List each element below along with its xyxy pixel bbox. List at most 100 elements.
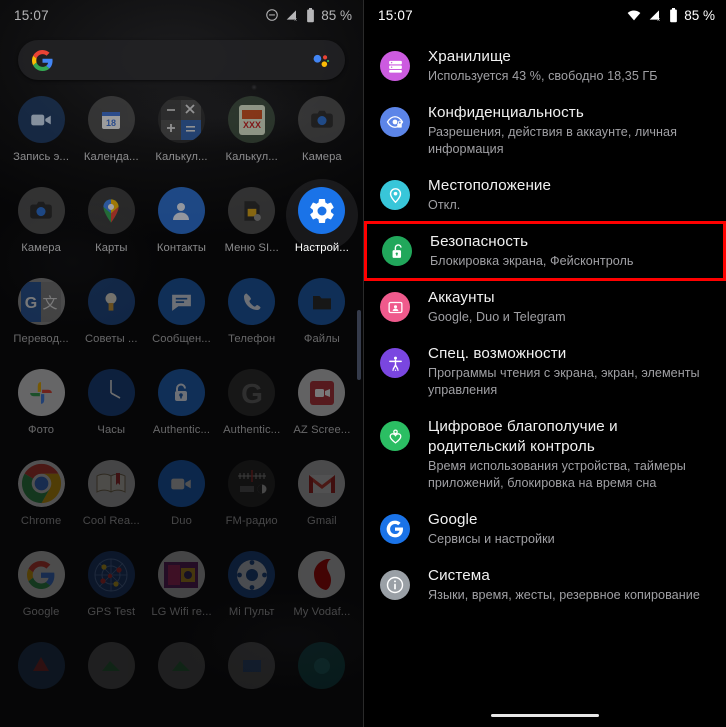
- settings-item-google[interactable]: Google Сервисы и настройки: [364, 501, 726, 557]
- settings-item-privacy[interactable]: Конфиденциальность Разрешения, действия …: [364, 94, 726, 167]
- app-icon-calculator[interactable]: Калькул...: [146, 90, 216, 181]
- svg-text:G: G: [25, 295, 37, 312]
- app-icon-xxx-calculator[interactable]: XXX Калькул...: [217, 90, 287, 181]
- app-icon-messages[interactable]: Сообщен...: [146, 272, 216, 363]
- app-icon-chrome[interactable]: Chrome: [6, 454, 76, 545]
- system-info-icon: [380, 570, 410, 600]
- settings-item-accounts[interactable]: Аккаунты Google, Duo и Telegram: [364, 279, 726, 335]
- settings-item-title: Хранилище: [428, 48, 511, 65]
- calculator-icon: [157, 96, 205, 143]
- settings-item-subtitle: Время использования устройства, таймеры …: [428, 459, 686, 490]
- app-icon-clock[interactable]: Часы: [76, 363, 146, 454]
- app-icon-camera-2[interactable]: Камера: [6, 181, 76, 272]
- mi-remote-icon: [228, 551, 276, 598]
- screen-recorder-icon: [17, 96, 65, 143]
- google-photos-icon: [17, 369, 65, 416]
- app-partial-3-icon: [157, 642, 205, 689]
- phone-icon: [228, 278, 276, 325]
- settings-item-title: Цифровое благополучие и родительский кон…: [428, 418, 618, 455]
- google-g-icon: [380, 514, 410, 544]
- app-icon-gmail[interactable]: Gmail: [287, 454, 357, 545]
- gesture-navigation-pill[interactable]: [491, 713, 599, 717]
- signal-off-icon: x: [285, 8, 300, 22]
- svg-text:XXX: XXX: [243, 120, 261, 130]
- app-label: FM-радио: [225, 515, 278, 527]
- clock-icon: [87, 369, 135, 416]
- app-icon-partial-3[interactable]: [146, 636, 216, 727]
- app-icon-authenticator-g[interactable]: G Authentic...: [217, 363, 287, 454]
- google-assistant-icon[interactable]: [310, 50, 331, 71]
- app-label: Authentic...: [152, 424, 211, 436]
- app-label: Карты: [95, 242, 128, 254]
- app-icon-google-photos[interactable]: Фото: [6, 363, 76, 454]
- app-icon-fm-radio[interactable]: FM-радио: [217, 454, 287, 545]
- security-unlock-icon: [382, 236, 412, 266]
- app-icon-az-screen-recorder[interactable]: AZ Scree...: [287, 363, 357, 454]
- app-icon-contacts[interactable]: Контакты: [146, 181, 216, 272]
- app-icon-partial-2[interactable]: [76, 636, 146, 727]
- settings-item-subtitle: Блокировка экрана, Фейсконтроль: [430, 254, 634, 268]
- battery-percent: 85 %: [684, 7, 715, 23]
- sim-menu-icon: [228, 187, 276, 234]
- app-icon-screen-recorder[interactable]: Запись э...: [6, 90, 76, 181]
- app-icon-files[interactable]: Файлы: [287, 272, 357, 363]
- page-scroll-indicator[interactable]: [357, 310, 361, 380]
- privacy-eye-lock-icon: [380, 107, 410, 137]
- app-icon-google-translate[interactable]: G文 Перевод...: [6, 272, 76, 363]
- lg-wifi-remote-icon: [157, 551, 205, 598]
- app-icon-google-maps[interactable]: Карты: [76, 181, 146, 272]
- settings-item-system[interactable]: Система Языки, время, жесты, резервное к…: [364, 557, 726, 613]
- app-icon-tips[interactable]: Советы ...: [76, 272, 146, 363]
- battery-icon: [306, 7, 315, 23]
- app-icon-lg-wifi-remote[interactable]: LG Wifi re...: [146, 545, 216, 636]
- app-icon-google-app[interactable]: Google: [6, 545, 76, 636]
- app-partial-2-icon: [87, 642, 135, 689]
- google-logo-icon: [32, 49, 53, 71]
- app-icon-authenticator-lock[interactable]: Authentic...: [146, 363, 216, 454]
- settings-item-subtitle: Сервисы и настройки: [428, 532, 555, 546]
- settings-item-storage[interactable]: Хранилище Используется 43 %, свободно 18…: [364, 38, 726, 94]
- gps-test-icon: [87, 551, 135, 598]
- app-icon-partial-5[interactable]: [287, 636, 357, 727]
- status-bar-right: 15:07 x 85 %: [364, 0, 726, 30]
- app-icon-mi-remote[interactable]: Mi Пульт: [217, 545, 287, 636]
- settings-item-subtitle: Программы чтения с экрана, экран, элемен…: [428, 366, 700, 397]
- status-time: 15:07: [378, 7, 413, 23]
- settings-item-security[interactable]: Безопасность Блокировка экрана, Фейсконт…: [364, 221, 726, 281]
- gmail-icon: [298, 460, 346, 507]
- signal-off-icon: x: [648, 8, 663, 22]
- app-icon-settings[interactable]: Настрой...: [285, 179, 359, 272]
- app-label: Перевод...: [13, 333, 69, 345]
- app-grid: Запись э... 18 Календа... Калькул... XXX…: [0, 90, 363, 727]
- app-icon-sim-menu[interactable]: Меню SI...: [217, 181, 287, 272]
- app-icon-gps-test[interactable]: GPS Test: [76, 545, 146, 636]
- app-label: Сообщен...: [152, 333, 211, 345]
- app-icon-google-duo[interactable]: Duo: [146, 454, 216, 545]
- app-label: LG Wifi re...: [151, 606, 212, 618]
- app-icon-google-calendar[interactable]: 18 Календа...: [76, 90, 146, 181]
- app-label: Authentic...: [223, 424, 281, 436]
- wifi-icon: [626, 8, 642, 22]
- settings-item-accessibility[interactable]: Спец. возможности Программы чтения с экр…: [364, 335, 726, 408]
- app-icon-coolreader[interactable]: Cool Rea...: [76, 454, 146, 545]
- app-icon-partial-1[interactable]: [6, 636, 76, 727]
- google-app-icon: [17, 551, 65, 598]
- files-folder-icon: [298, 278, 346, 325]
- app-label: Cool Rea...: [82, 515, 140, 527]
- digital-wellbeing-heart-icon: [380, 421, 410, 451]
- settings-item-digital-wellbeing[interactable]: Цифровое благополучие и родительский кон…: [364, 408, 726, 501]
- app-label: Запись э...: [13, 151, 70, 163]
- app-icon-phone[interactable]: Телефон: [217, 272, 287, 363]
- google-search-bar[interactable]: [18, 40, 345, 80]
- app-label: Контакты: [156, 242, 207, 254]
- app-icon-partial-4[interactable]: [217, 636, 287, 727]
- settings-item-title: Спец. возможности: [428, 345, 567, 362]
- app-label: Телефон: [228, 333, 276, 345]
- settings-screen-phone: 15:07 x 85 % Хранилище Используется 43 %…: [363, 0, 726, 727]
- settings-item-location[interactable]: Местоположение Откл.: [364, 167, 726, 223]
- settings-item-title: Google: [428, 511, 478, 528]
- google-calendar-icon: 18: [87, 96, 135, 143]
- location-pin-icon: [380, 180, 410, 210]
- app-icon-camera[interactable]: Камера: [287, 90, 357, 181]
- app-icon-vodafone[interactable]: My Vodaf...: [287, 545, 357, 636]
